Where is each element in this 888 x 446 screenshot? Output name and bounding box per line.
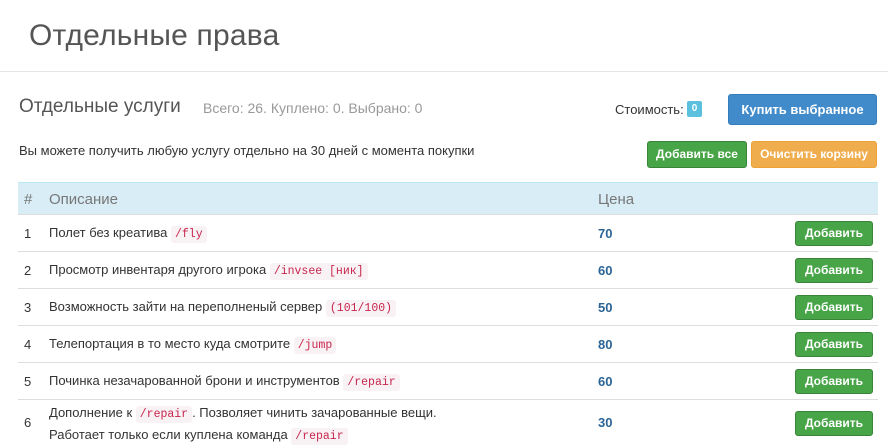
row-price: 60 xyxy=(598,374,613,389)
row-text: . Позволяет чинить зачарованные вещи. xyxy=(192,405,437,420)
row-description: Просмотр инвентаря другого игрока /invse… xyxy=(49,260,368,282)
row-description: Полет без креатива /fly xyxy=(49,223,207,245)
cost-badge: 0 xyxy=(686,101,703,117)
table-row: 3 Возможность зайти на переполненый серв… xyxy=(18,288,878,325)
table-row: 4 Телепортация в то место куда смотрите … xyxy=(18,325,878,362)
command-code: /repair xyxy=(291,428,348,445)
header-num: # xyxy=(24,191,33,208)
services-table: # Описание Цена 1 Полет без креатива /fl… xyxy=(18,182,878,446)
row-num: 6 xyxy=(24,415,32,430)
row-description: Дополнение к /repair. Позволяет чинить з… xyxy=(49,403,437,446)
row-text: Телепортация в то место куда смотрите xyxy=(49,336,291,351)
page-header: Отдельные права xyxy=(0,0,888,72)
page-title: Отдельные права xyxy=(29,19,280,52)
row-price: 30 xyxy=(598,415,613,430)
row-description: Телепортация в то место куда смотрите /j… xyxy=(49,334,337,356)
row-text: Возможность зайти на переполненый сервер xyxy=(49,299,323,314)
row-num: 5 xyxy=(24,374,32,389)
row-description: Починка незачарованной брони и инструмен… xyxy=(49,371,400,393)
row-num: 1 xyxy=(24,226,32,241)
add-button[interactable]: Добавить xyxy=(795,332,873,357)
table-row: 6 Дополнение к /repair. Позволяет чинить… xyxy=(18,399,878,446)
command-code: /invsee [ник] xyxy=(269,263,368,280)
row-num: 4 xyxy=(24,337,32,352)
info-text: Вы можете получить любую услугу отдельно… xyxy=(19,143,475,158)
row-text: Просмотр инвентаря другого игрока xyxy=(49,262,267,277)
row-text: Дополнение к xyxy=(49,405,133,420)
command-code: /repair xyxy=(135,406,193,423)
cost-label: Стоимость: xyxy=(615,101,684,117)
row-price: 50 xyxy=(598,300,613,315)
clear-cart-button[interactable]: Очистить корзину xyxy=(751,141,877,168)
row-text: Починка незачарованной брони и инструмен… xyxy=(49,373,340,388)
row-description: Возможность зайти на переполненый сервер… xyxy=(49,297,397,319)
command-code: /repair xyxy=(343,374,400,391)
row-num: 2 xyxy=(24,263,32,278)
add-button[interactable]: Добавить xyxy=(795,258,873,283)
command-code: /jump xyxy=(293,337,337,354)
table-row: 1 Полет без креатива /fly 70 Добавить xyxy=(18,214,878,251)
row-num: 3 xyxy=(24,300,32,315)
add-button[interactable]: Добавить xyxy=(795,295,873,320)
table-row: 5 Починка незачарованной брони и инструм… xyxy=(18,362,878,399)
command-code: (101/100) xyxy=(325,300,397,317)
add-button[interactable]: Добавить xyxy=(795,411,873,436)
add-button[interactable]: Добавить xyxy=(795,221,873,246)
row-price: 70 xyxy=(598,226,613,241)
header-price: Цена xyxy=(598,191,635,208)
table-header: # Описание Цена xyxy=(18,182,878,214)
header-description: Описание xyxy=(49,191,119,208)
cost-display: Стоимость: 0 xyxy=(615,101,703,117)
row-price: 60 xyxy=(598,263,613,278)
row-text-line2: Работает только если куплена команда xyxy=(49,427,288,442)
table-row: 2 Просмотр инвентаря другого игрока /inv… xyxy=(18,251,878,288)
section-stats: Всего: 26. Куплено: 0. Выбрано: 0 xyxy=(203,100,423,116)
add-all-button[interactable]: Добавить все xyxy=(647,141,747,168)
section-title: Отдельные услуги xyxy=(19,96,181,117)
row-text: Полет без креатива xyxy=(49,225,168,240)
row-price: 80 xyxy=(598,337,613,352)
buy-selected-button[interactable]: Купить выбранное xyxy=(728,94,877,125)
command-code: /fly xyxy=(170,226,207,243)
add-button[interactable]: Добавить xyxy=(795,369,873,394)
